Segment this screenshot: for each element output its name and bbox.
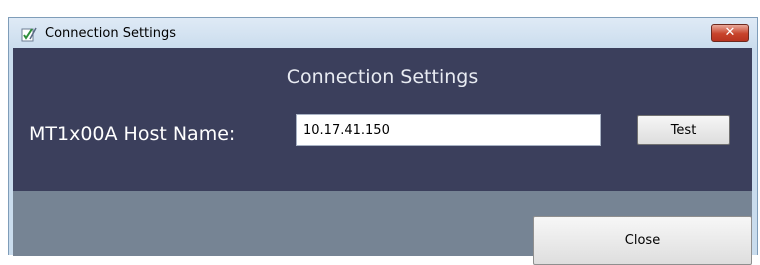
close-icon: ✕ [724,25,736,40]
window-close-button[interactable]: ✕ [711,24,749,42]
window-title: Connection Settings [45,26,177,41]
test-button[interactable]: Test [637,115,730,145]
dialog-content: Connection Settings MT1x00A Host Name: T… [13,48,752,265]
host-name-label: MT1x00A Host Name: [29,123,236,145]
app-icon [21,26,37,42]
dialog-heading: Connection Settings [286,66,479,88]
connection-settings-window: Connection Settings ✕ Connection Setting… [8,17,758,265]
title-bar[interactable]: Connection Settings ✕ [9,18,757,50]
settings-panel: Connection Settings MT1x00A Host Name: T… [13,48,752,191]
close-button[interactable]: Close [533,216,752,265]
host-name-input[interactable] [296,114,601,146]
